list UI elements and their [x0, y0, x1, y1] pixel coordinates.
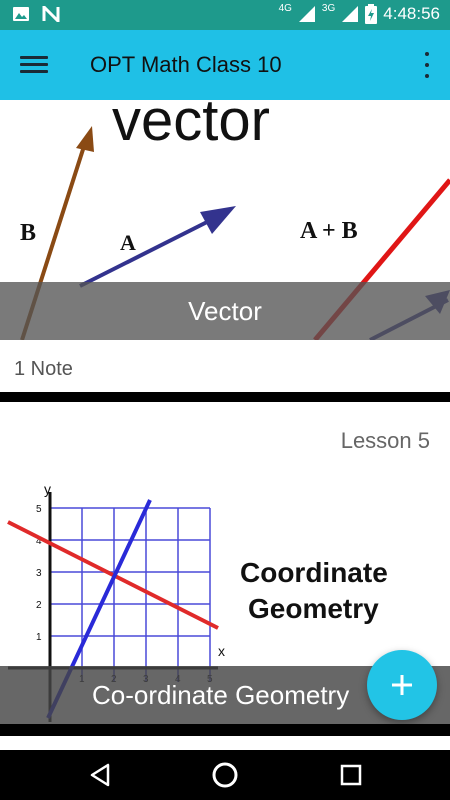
network-type-3g: 3G	[321, 2, 336, 14]
vector-label-a-plus-b: A + B	[300, 218, 358, 244]
y-tick-3: 3	[36, 568, 42, 579]
signal-icon	[298, 6, 315, 22]
back-triangle-icon[interactable]	[86, 760, 116, 790]
plus-icon	[392, 675, 412, 695]
y-axis-label: y	[44, 482, 51, 497]
vector-lesson-image: vector B A A + B Vector	[0, 100, 450, 340]
app-title: OPT Math Class 10	[90, 52, 282, 77]
status-bar: 4G 3G 4:48:56	[0, 0, 450, 30]
lesson-card-vector[interactable]: vector B A A + B Vector 1 Note	[0, 100, 450, 392]
x-axis-label: x	[218, 643, 225, 659]
network-type-4g: 4G	[278, 2, 292, 14]
vector-title-overlay: Vector	[0, 282, 450, 340]
recent-square-icon[interactable]	[336, 760, 366, 790]
hamburger-menu-icon[interactable]	[20, 52, 48, 78]
vector-label-a: A	[120, 230, 136, 255]
y-tick-5: 5	[36, 504, 42, 515]
lesson-list[interactable]: vector B A A + B Vector 1 Note Lesson 5 …	[0, 100, 450, 750]
next-lesson-card-peek[interactable]	[0, 736, 450, 750]
y-tick-1: 1	[36, 632, 42, 643]
add-fab-button[interactable]	[367, 650, 437, 720]
status-time: 4:48:56	[383, 4, 440, 23]
note-count: 1 Note	[14, 358, 73, 380]
status-right: 4G 3G 4:48:56	[278, 2, 440, 24]
coordinate-geometry-card-title: Co-ordinate Geometry	[92, 679, 350, 710]
image-text-coordinate: Coordinate	[240, 557, 388, 588]
vector-image-heading: vector	[112, 100, 270, 153]
lesson-number: Lesson 5	[340, 428, 430, 453]
image-text-geometry: Geometry	[248, 593, 379, 624]
vector-card-title: Vector	[188, 295, 262, 326]
app-bar: OPT Math Class 10	[0, 30, 450, 100]
more-vert-icon[interactable]	[422, 52, 432, 78]
n-icon	[42, 6, 60, 22]
system-nav-bar	[0, 750, 450, 800]
y-tick-2: 2	[36, 600, 42, 611]
vector-label-b: B	[20, 220, 36, 246]
status-left-icons	[12, 6, 60, 22]
battery-charging-icon	[365, 4, 378, 24]
home-circle-icon[interactable]	[210, 760, 240, 790]
image-icon	[13, 7, 29, 21]
signal-icon-2	[342, 6, 359, 22]
